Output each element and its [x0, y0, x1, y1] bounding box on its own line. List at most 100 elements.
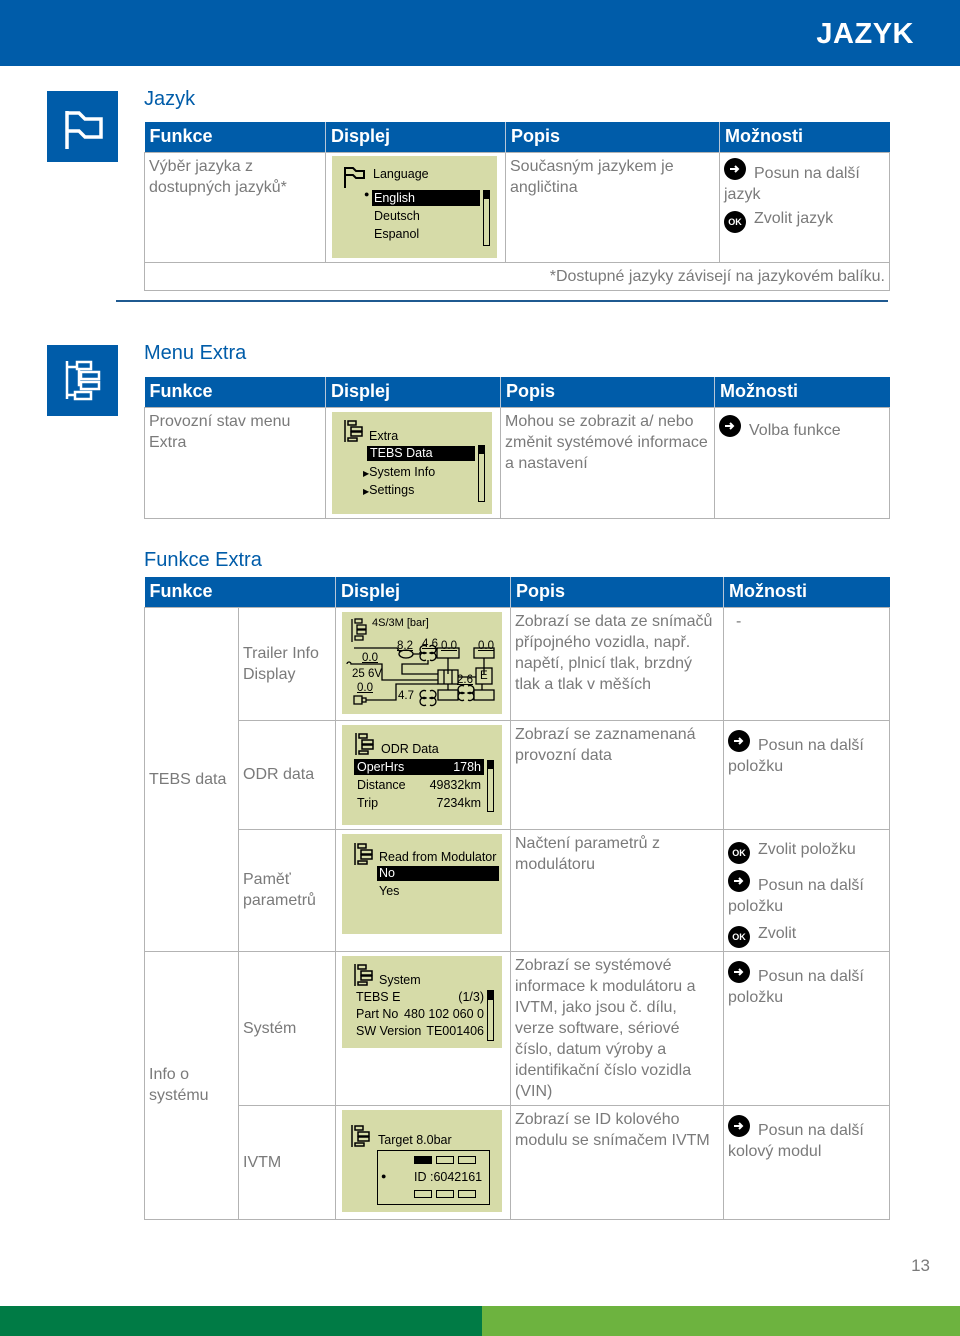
ok-button-icon: OK [728, 841, 750, 864]
wheel-slot-active[interactable] [414, 1155, 432, 1164]
column-header: Funkce [144, 577, 336, 607]
lcd-display-language: Language ● English Deutsch Espanol [332, 155, 497, 258]
description-cell: Zobrazí se ID kolového modulu se snímače… [510, 1104, 724, 1220]
selection-dot: ● [364, 188, 370, 199]
lcd-title: Extra [369, 428, 399, 443]
description-cell: Mohou se zobrazit a/ nebo změnit systémo… [500, 406, 715, 519]
footer-bar-light [482, 1306, 960, 1336]
column-header: Popis [500, 377, 715, 407]
wheel-module-box: ● ID :6042161 [377, 1149, 490, 1205]
wheel-slot[interactable] [436, 1189, 454, 1198]
column-header: Popis [510, 577, 724, 607]
option-label: Zvolit jazyk [754, 209, 834, 227]
footnote-row: *Dostupné jazyky závisejí na jazykovém b… [144, 261, 890, 291]
options-cell: Posun na další položku [723, 719, 890, 830]
lcd-item[interactable]: Espanol [374, 226, 419, 243]
pressure-value: 2.6 [457, 673, 473, 686]
ivtm-id: ID :6042161 [414, 1169, 483, 1184]
option-item: Posun na další kolový modul [728, 1114, 885, 1162]
scrollbar[interactable] [478, 444, 485, 502]
function-cell: Systém [238, 950, 336, 1106]
lcd-row-selected[interactable]: OperHrs 178h [354, 758, 484, 775]
wheel-slot[interactable] [414, 1189, 432, 1198]
flag-icon [47, 91, 118, 162]
section-title-funkce-extra: Funkce Extra [144, 549, 262, 571]
arrow-right-button-icon [728, 869, 750, 892]
display-cell: Extra TEBS Data ▶System Info ▶Settings [325, 406, 501, 519]
scrollbar[interactable] [483, 189, 490, 246]
lcd-item[interactable]: Yes [379, 883, 399, 900]
lcd-row: SW Version TE001406 [356, 1023, 484, 1038]
selection-dot: ● [381, 1170, 387, 1181]
lcd-title: Language [373, 166, 429, 181]
column-header: Funkce [144, 122, 326, 152]
description-cell: Zobrazí se zaznamenaná provozní data [510, 719, 724, 830]
function-cell: IVTM [238, 1104, 336, 1220]
function-cell: ODR data [238, 719, 336, 830]
menu-tree-icon [355, 732, 374, 755]
lcd-row[interactable]: Trip 7234km [357, 795, 484, 812]
column-header: Popis [505, 122, 720, 152]
ok-button-icon: OK [728, 925, 750, 948]
display-cell: ODR Data OperHrs 178h Distance 49832km T… [335, 719, 511, 830]
page-number: 13 [911, 1256, 930, 1275]
header-bar: JAZYK [0, 0, 960, 66]
lcd-title: ODR Data [381, 741, 439, 756]
options-cell: Volba funkce [714, 406, 890, 519]
section-title-menu-extra: Menu Extra [144, 342, 247, 364]
menu-tree-icon [344, 419, 363, 442]
group-cell-tebs-data: TEBS data [144, 606, 239, 952]
display-cell: Language ● English Deutsch Espanol [325, 151, 506, 263]
lcd-row: Part No 480 102 060 0 [356, 1006, 484, 1021]
lcd-system: System TEBS E (1/3) Part No 480 102 060 … [342, 955, 502, 1048]
function-cell: Trailer Info Display [238, 606, 336, 721]
option-item: OK Zvolit [728, 923, 885, 948]
wheel-slot[interactable] [458, 1155, 476, 1164]
lcd-row[interactable]: Distance 49832km [357, 777, 484, 794]
options-cell: OK Zvolit položku Posun na další položku … [723, 828, 890, 952]
options-cell: Posun na další jazyk OK Zvolit jazyk [719, 151, 890, 263]
pressure-value: 0.0 [441, 639, 457, 652]
lcd-item[interactable]: Deutsch [374, 208, 420, 225]
table-row: ODR data ODR Data OperHrs 178h Distance … [145, 719, 890, 830]
wheel-slot[interactable] [436, 1155, 454, 1164]
option-item: Posun na další jazyk [724, 157, 885, 205]
option-label: Zvolit [758, 924, 797, 942]
lcd-trailer-info: 4S/3M [bar] 8.2 4.6 0.0 0.0 0.0 25 6V 0.… [342, 611, 502, 714]
option-item: Posun na další položku [728, 869, 885, 917]
option-label: Zvolit položku [758, 840, 856, 858]
lcd-row: TEBS E (1/3) [356, 989, 484, 1004]
arrow-right-button-icon [728, 1114, 750, 1137]
display-cell: Target 8.0bar ● ID :6042161 [335, 1104, 511, 1220]
column-header: Možnosti [719, 122, 890, 152]
column-header: Displej [335, 577, 511, 607]
section-title-language: Jazyk [144, 88, 196, 110]
column-header: Možnosti [714, 377, 890, 407]
menu-tree-icon [47, 345, 118, 416]
option-item: OK Zvolit jazyk [724, 208, 885, 233]
function-cell: Provozní stav menu Extra [144, 406, 326, 519]
lcd-title: Read from Modulator [379, 849, 497, 864]
lcd-read-modulator: Read from Modulator No Yes [342, 833, 502, 934]
ok-button-icon: OK [724, 210, 746, 233]
table-row: Paměť parametrů Read from Modulator No Y… [145, 828, 890, 952]
lcd-item-selected[interactable]: English [372, 189, 480, 206]
group-cell-info-o-systemu: Info o systému [144, 950, 239, 1220]
scrollbar[interactable] [487, 759, 494, 812]
scrollbar[interactable] [487, 989, 494, 1041]
pressure-value: 0.0 [362, 651, 378, 664]
arrow-right-button-icon [724, 157, 746, 180]
wheel-slot[interactable] [458, 1189, 476, 1198]
column-header: Možnosti [723, 577, 890, 607]
funkce-extra-table: Funkce Displej Popis Možnosti TEBS data … [144, 577, 890, 1220]
lcd-item-selected[interactable]: No [377, 865, 499, 881]
description-cell: Zobrazí se data ze snímačů přípojného vo… [510, 606, 724, 721]
lcd-item[interactable]: ▶Settings [363, 482, 414, 500]
lcd-item-selected[interactable]: TEBS Data [367, 445, 475, 461]
menu-tree-icon [354, 842, 373, 865]
page-title: JAZYK [816, 18, 914, 50]
option-item: Posun na další položku [728, 960, 885, 1008]
lcd-item[interactable]: ▶System Info [363, 464, 435, 482]
menu-tree-icon [351, 1124, 370, 1147]
options-cell: Posun na další kolový modul [723, 1104, 890, 1220]
